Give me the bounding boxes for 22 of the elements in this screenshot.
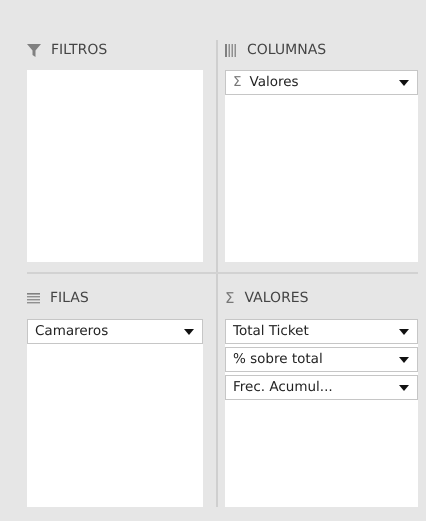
drop-area[interactable]: Total Ticket % sobre total Frec. Acumul... <box>225 319 418 507</box>
field-item[interactable]: Σ Valores <box>225 70 418 95</box>
columns-icon <box>225 44 237 56</box>
drop-area[interactable]: Σ Valores <box>225 70 418 262</box>
area-title: COLUMNAS <box>247 41 326 60</box>
area-title: FILAS <box>50 289 89 308</box>
caret-icon <box>184 328 194 334</box>
field-item[interactable]: Camareros <box>27 319 203 344</box>
area-title: FILTROS <box>51 41 108 60</box>
drop-area[interactable]: Camareros <box>27 319 203 507</box>
caret-icon <box>399 328 409 334</box>
area-title: VALORES <box>244 289 309 308</box>
field-item[interactable]: % sobre total <box>225 347 418 372</box>
caret-icon <box>399 384 409 390</box>
rows-icon <box>27 292 40 304</box>
caret-icon <box>399 356 409 362</box>
caret-icon <box>399 80 409 86</box>
field-item[interactable]: Total Ticket <box>225 319 418 344</box>
drop-area[interactable] <box>27 70 203 262</box>
sigma-symbol: Σ <box>225 288 234 308</box>
filter-icon <box>27 43 41 57</box>
field-item[interactable]: Frec. Acumul... <box>225 375 418 400</box>
